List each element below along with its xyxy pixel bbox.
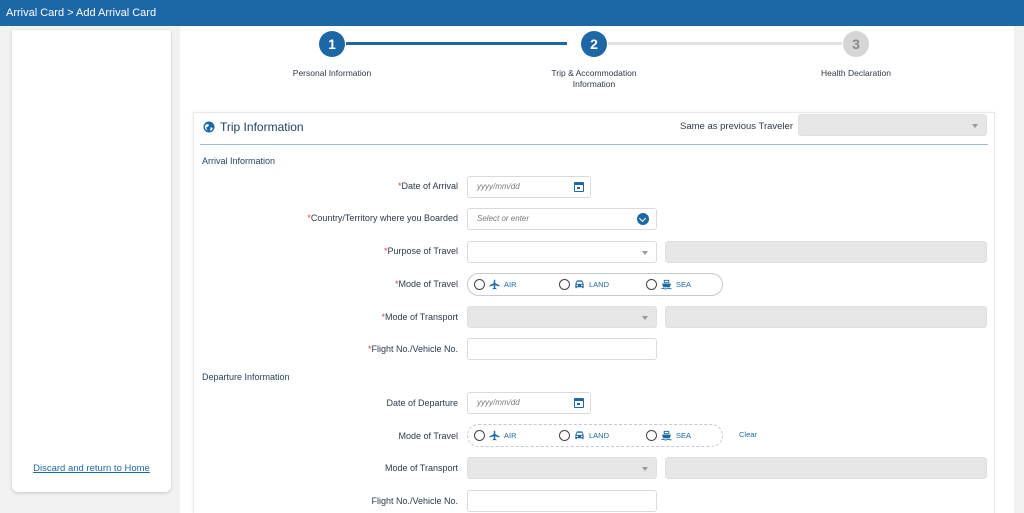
- radio-air[interactable]: [474, 279, 485, 290]
- step-1-circle[interactable]: 1: [319, 31, 345, 57]
- purpose-of-travel-label: *Purpose of Travel: [383, 246, 458, 256]
- breadcrumb: Arrival Card > Add Arrival Card: [0, 0, 1024, 26]
- departure-section-title: Departure Information: [202, 372, 290, 382]
- departure-mode-of-travel-label: Mode of Travel: [398, 431, 458, 441]
- departure-mode-radio-group: AIR LAND SEA: [467, 424, 723, 447]
- departure-flight-vehicle-no-input[interactable]: [467, 490, 657, 512]
- chevron-down-icon: [642, 251, 648, 255]
- mode-land-label: LAND: [589, 280, 610, 289]
- calendar-icon[interactable]: [574, 182, 584, 192]
- calendar-icon[interactable]: [574, 398, 584, 408]
- radio-land[interactable]: [559, 430, 570, 441]
- sidebar: Discard and return to Home: [12, 30, 171, 492]
- ship-icon: [661, 430, 672, 441]
- flight-vehicle-no-label: *Flight No./Vehicle No.: [367, 344, 458, 354]
- date-of-arrival-input[interactable]: yyyy/mm/dd: [467, 176, 591, 198]
- departure-mode-air-option[interactable]: AIR: [474, 430, 517, 441]
- mode-of-travel-radio-group: AIR LAND SEA: [467, 273, 723, 296]
- purpose-other-input: [665, 241, 987, 263]
- radio-sea[interactable]: [646, 430, 657, 441]
- step-3-circle[interactable]: 3: [843, 31, 869, 57]
- step-2-label-line1: Trip & Accommodation: [551, 68, 637, 78]
- mode-sea-label: SEA: [676, 280, 692, 289]
- car-icon: [575, 280, 584, 289]
- mode-sea-option[interactable]: SEA: [646, 279, 691, 290]
- plane-icon: [489, 430, 500, 441]
- arrival-section-title: Arrival Information: [202, 156, 276, 166]
- transport-other-input: [665, 306, 987, 328]
- step-connector-1-2: [346, 42, 567, 45]
- mode-of-transport-label: *Mode of Transport: [381, 312, 458, 322]
- country-boarded-select[interactable]: Select or enter: [467, 208, 657, 230]
- step-connector-2-3: [608, 42, 842, 45]
- purpose-of-travel-select[interactable]: [467, 241, 657, 263]
- date-of-arrival-label: *Date of Arrival: [397, 181, 458, 191]
- step-2-circle[interactable]: 2: [581, 31, 607, 57]
- mode-land-option[interactable]: LAND: [559, 279, 609, 290]
- same-as-previous-label: Same as previous Traveler: [680, 121, 793, 132]
- step-2-label-line2: Information: [572, 79, 616, 89]
- card-divider: [200, 144, 988, 145]
- departure-mode-land-option[interactable]: LAND: [559, 430, 609, 441]
- same-as-previous-select[interactable]: [798, 114, 987, 136]
- departure-transport-other-input: [665, 457, 987, 479]
- departure-flight-vehicle-no-label: Flight No./Vehicle No.: [371, 496, 458, 506]
- radio-land[interactable]: [559, 279, 570, 290]
- chevron-down-icon: [642, 467, 648, 471]
- mode-air-option[interactable]: AIR: [474, 279, 517, 290]
- step-2-label: Trip & Accommodation Information: [530, 68, 658, 90]
- chevron-down-icon[interactable]: [637, 213, 649, 225]
- mode-air-label: AIR: [504, 280, 517, 289]
- date-of-departure-label: Date of Departure: [386, 398, 458, 408]
- plane-icon: [489, 279, 500, 290]
- departure-mode-land-label: LAND: [589, 431, 610, 440]
- trip-information-card: Trip Information Same as previous Travel…: [193, 112, 995, 513]
- mode-of-transport-select[interactable]: [467, 306, 657, 328]
- departure-mode-sea-option[interactable]: SEA: [646, 430, 691, 441]
- departure-mode-sea-label: SEA: [676, 431, 692, 440]
- chevron-down-icon: [972, 124, 978, 128]
- globe-icon: [203, 121, 215, 133]
- discard-return-home-link[interactable]: Discard and return to Home: [12, 463, 171, 474]
- departure-mode-of-transport-label: Mode of Transport: [384, 463, 458, 473]
- ship-icon: [661, 279, 672, 290]
- radio-sea[interactable]: [646, 279, 657, 290]
- clear-departure-mode-button[interactable]: Clear: [739, 430, 757, 439]
- chevron-down-icon: [642, 316, 648, 320]
- departure-mode-air-label: AIR: [504, 431, 517, 440]
- country-boarded-label: *Country/Territory where you Boarded: [307, 213, 458, 223]
- date-of-departure-input[interactable]: yyyy/mm/dd: [467, 392, 591, 414]
- mode-of-travel-label: *Mode of Travel: [394, 279, 458, 289]
- flight-vehicle-no-input[interactable]: [467, 338, 657, 360]
- step-1-label: Personal Information: [292, 68, 372, 78]
- trip-information-title: Trip Information: [220, 120, 304, 134]
- radio-air[interactable]: [474, 430, 485, 441]
- car-icon: [575, 431, 584, 440]
- departure-mode-of-transport-select[interactable]: [467, 457, 657, 479]
- card-title: Trip Information: [203, 120, 304, 134]
- step-3-label: Health Declaration: [821, 68, 891, 78]
